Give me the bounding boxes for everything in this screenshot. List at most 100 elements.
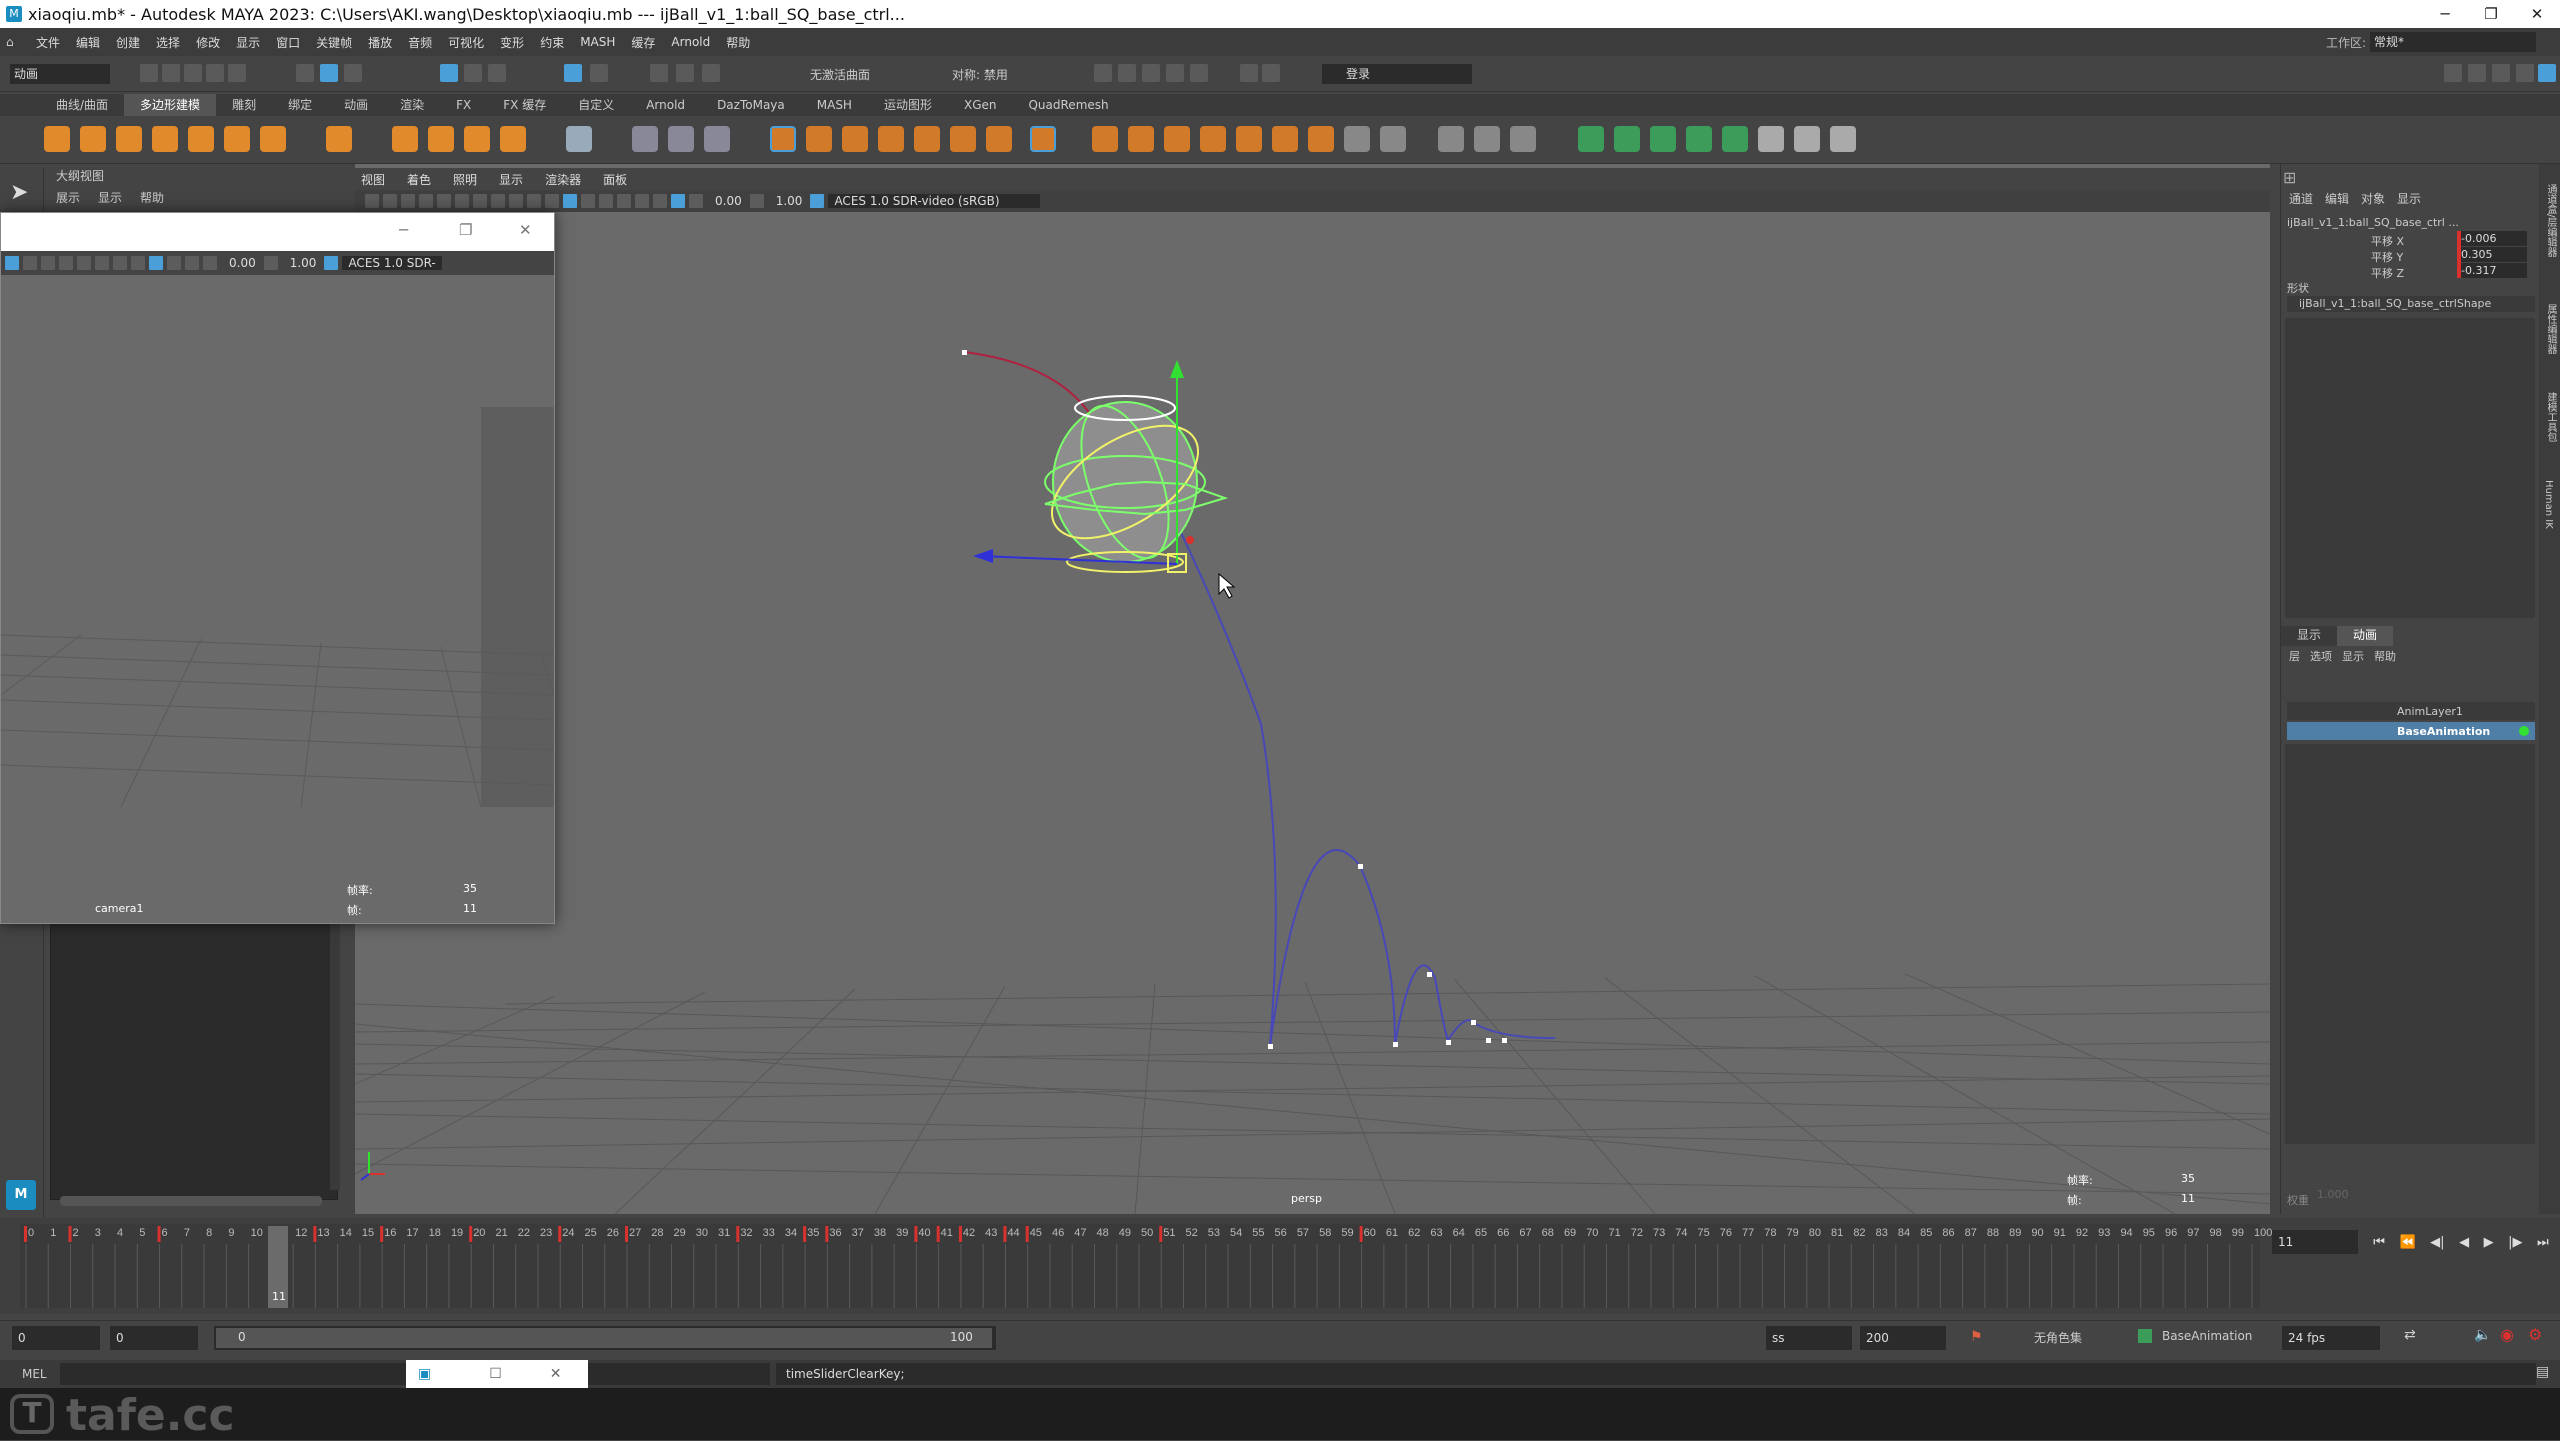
menu-edit[interactable]: 编辑 [68,34,108,51]
xray-icon[interactable] [653,194,667,208]
symmetry-label[interactable]: 对称: 禁用 [952,66,1008,83]
layer-tab-display[interactable]: 显示 [2281,626,2338,646]
step-back-key-icon[interactable]: ⏪ [2399,1235,2415,1250]
z-arrow-icon[interactable] [973,549,993,563]
menu-deform[interactable]: 变形 [492,34,532,51]
shelf-tab-daztomaya[interactable]: DazToMaya [701,94,801,116]
playback-end-field[interactable]: ss [1766,1326,1852,1350]
layer-name-baseanimation[interactable]: BaseAnimation [2397,725,2490,738]
viewport-persp[interactable]: persp 帧率: 35 帧: 11 [355,164,2270,1214]
float-gate-icon[interactable] [167,256,181,270]
float-textured-icon[interactable] [23,256,37,270]
keyframe-marker[interactable] [1025,1226,1029,1242]
attribute-editor-icon[interactable] [2468,64,2486,82]
slide-edge-icon[interactable] [1272,126,1298,152]
float-color-space-dropdown[interactable]: ACES 1.0 SDR- [342,256,442,270]
uv-auto-icon[interactable] [1686,126,1712,152]
path-key-point[interactable] [1393,1042,1398,1047]
poly-torus-icon[interactable] [188,126,214,152]
command-language-label[interactable]: MEL [22,1367,47,1381]
character-set-dropdown[interactable]: 无角色集 [2034,1329,2082,1346]
uv-spherical-icon[interactable] [1650,126,1676,152]
outliner-menu-display[interactable]: 显示 [98,189,122,206]
cb-menu-object[interactable]: 对象 [2361,190,2385,210]
ambient-occlusion-icon[interactable] [635,194,649,208]
layer-active-icon[interactable] [2519,726,2529,736]
cb-menu-edit[interactable]: 编辑 [2325,190,2349,210]
menu-constrain[interactable]: 约束 [532,34,572,51]
layer-menu-layers[interactable]: 层 [2289,648,2300,666]
uv-planar-icon[interactable] [1578,126,1604,152]
float-minimize-button[interactable]: ─ [399,221,408,239]
exposure-field[interactable]: 0.00 [715,194,742,208]
motion-path[interactable] [1174,519,1556,1047]
shelf-tab-motion-graphics[interactable]: 运动图形 [868,94,948,116]
layer-name-animlayer1[interactable]: AnimLayer1 [2397,705,2463,718]
float-lights-icon[interactable] [41,256,55,270]
float-ao-icon[interactable] [77,256,91,270]
extrude-icon[interactable] [878,126,904,152]
layer-menu-help[interactable]: 帮助 [2374,648,2396,666]
shelf-tab-fx-cache[interactable]: FX 缓存 [487,94,562,116]
keyframe-marker[interactable] [157,1226,161,1242]
image-plane-icon[interactable] [419,194,433,208]
menu-modify[interactable]: 修改 [188,34,228,51]
float-exposure-icon[interactable] [203,256,217,270]
pause-icon[interactable] [1262,64,1280,82]
shelf-tab-rigging[interactable]: 绑定 [272,94,328,116]
modeling-toolkit-icon[interactable] [2444,64,2462,82]
keyframe-marker[interactable] [469,1226,473,1242]
color-management-icon[interactable] [810,194,825,208]
auto-key-icon[interactable]: ⚑ [1970,1329,1983,1345]
uv-cut-icon[interactable] [1794,126,1820,152]
redo-icon[interactable] [228,64,246,82]
step-back-frame-icon[interactable]: ◀| [2430,1235,2444,1250]
shelf-tab-fx[interactable]: FX [440,94,487,116]
open-scene-icon[interactable] [162,64,180,82]
maximize-button[interactable]: ❐ [2468,0,2514,28]
poly-cylinder-icon[interactable] [116,126,142,152]
channel-box-icon[interactable] [2516,64,2534,82]
side-tab-channel-box[interactable]: 通道盒/层编辑器 [2543,184,2558,257]
append-poly-icon[interactable] [986,126,1012,152]
play-forward-icon[interactable]: ▶ [2484,1235,2494,1250]
workspace-dropdown[interactable]: 常规* [2370,32,2536,52]
path-key-point[interactable] [1268,1044,1273,1049]
menu-cache[interactable]: 缓存 [623,34,663,51]
scene-canvas[interactable] [355,164,2270,1214]
float-hud-icon[interactable] [185,256,199,270]
shelf-tab-animation[interactable]: 动画 [328,94,384,116]
keyframe-marker[interactable] [625,1226,629,1242]
keyframe-marker[interactable] [936,1226,940,1242]
cb-channel-ty-name[interactable]: 平移 Y [2371,249,2403,265]
live-surface-label[interactable]: 无激活曲面 [810,66,870,83]
snap-grid-icon[interactable] [440,64,458,82]
float-shadows-icon[interactable] [59,256,73,270]
super-shape-icon[interactable] [392,126,418,152]
menu-playback[interactable]: 播放 [360,34,400,51]
current-frame-field[interactable]: 11 [2272,1230,2358,1254]
menu-file[interactable]: 文件 [28,34,68,51]
cb-shape-name[interactable]: ijBall_v1_1:ball_SQ_base_ctrlShape [2299,297,2491,310]
path-key-point[interactable] [1427,972,1432,977]
playback-start-field[interactable]: 0 [110,1326,198,1350]
time-slider[interactable]: 0123456789101112131415161718192021222324… [0,1218,2560,1314]
cb-menu-show[interactable]: 显示 [2397,190,2421,210]
render-settings-icon[interactable] [1166,64,1184,82]
snap-point-icon[interactable] [488,64,506,82]
shelf-tab-arnold[interactable]: Arnold [630,94,701,116]
new-scene-icon[interactable] [140,64,158,82]
play-backward-icon[interactable]: ◀ [2459,1235,2469,1250]
float-aa-icon[interactable] [95,256,109,270]
menu-key[interactable]: 关键帧 [308,34,360,51]
poly-cube-icon[interactable] [80,126,106,152]
cb-channel-ty-value[interactable]: 0.305 [2457,247,2527,262]
select-object-icon[interactable] [320,64,338,82]
select-hierarchy-icon[interactable] [296,64,314,82]
render-frame-icon[interactable] [1118,64,1136,82]
float-joint-icon[interactable] [131,256,145,270]
go-to-end-icon[interactable]: ⏭ [2537,1235,2549,1250]
select-tool-icon[interactable]: ➤ [10,180,28,205]
hypershade-icon[interactable] [1190,64,1208,82]
cb-channel-tz-name[interactable]: 平移 Z [2371,265,2404,281]
